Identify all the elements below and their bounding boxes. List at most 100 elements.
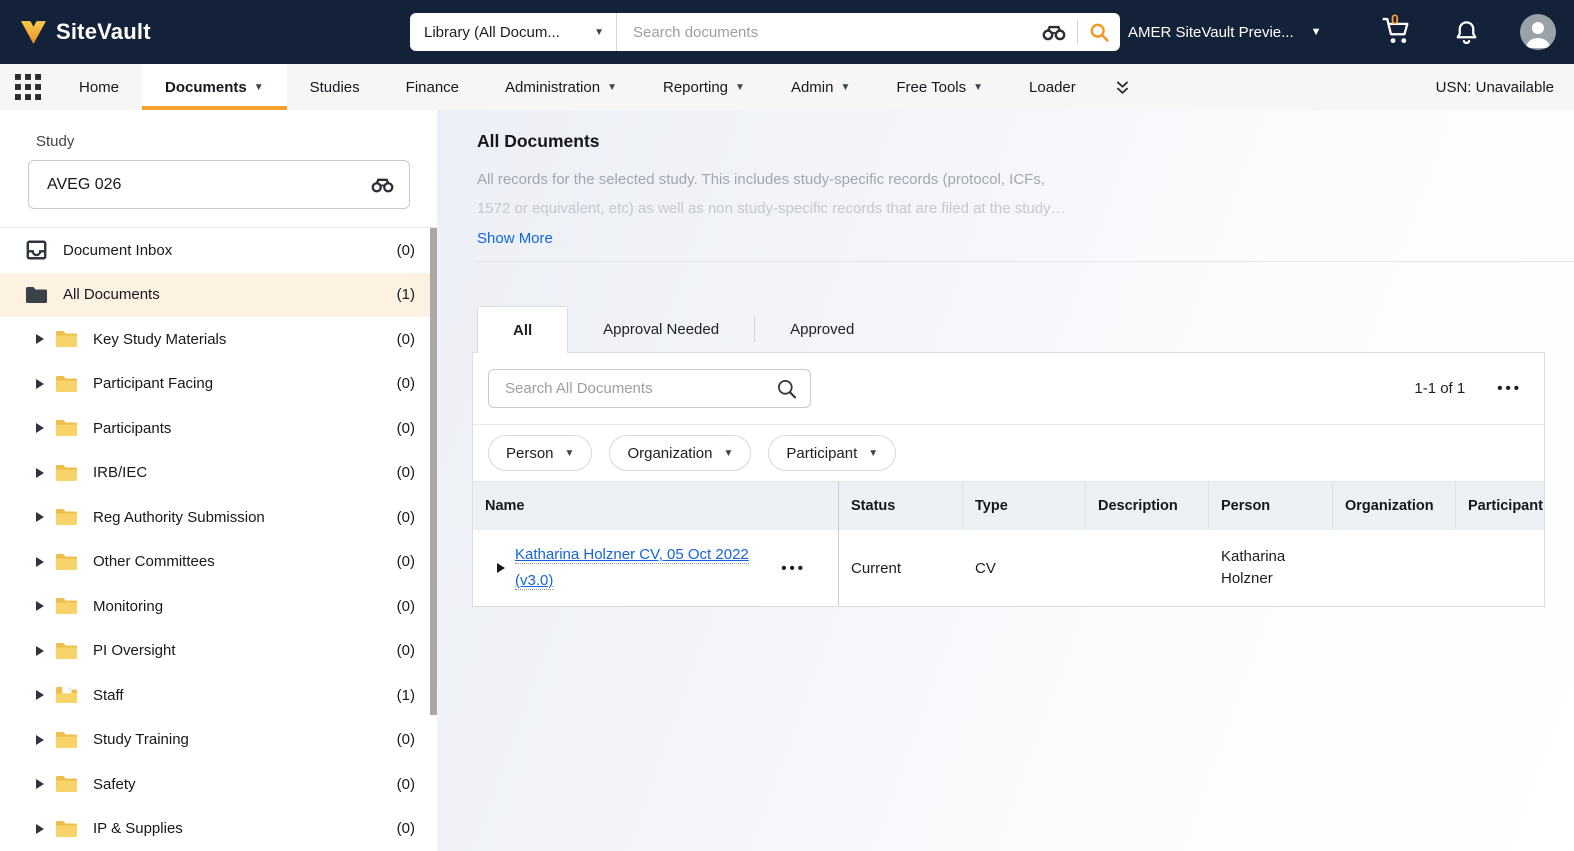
tab-all[interactable]: All: [477, 306, 568, 353]
expand-caret-icon[interactable]: [36, 690, 44, 700]
document-link[interactable]: Katharina Holzner CV, 05 Oct 2022 (v3.0): [515, 542, 781, 594]
global-search-input[interactable]: [631, 23, 1031, 42]
expand-caret-icon[interactable]: [36, 334, 44, 344]
global-search-bar: Library (All Docum... ▼: [410, 13, 1120, 51]
user-avatar[interactable]: [1520, 14, 1556, 50]
sidebar-item-label: Key Study Materials: [93, 331, 397, 348]
expand-caret-icon[interactable]: [36, 824, 44, 834]
filter-chip-participant[interactable]: Participant▼: [768, 435, 896, 471]
main-navbar: HomeDocuments▼StudiesFinanceAdministrati…: [0, 64, 1574, 110]
list-toolbar: 1-1 of 1 •••: [473, 353, 1544, 424]
document-link-line2[interactable]: (v3.0): [515, 572, 553, 590]
nav-item-admin[interactable]: Admin ▼: [768, 64, 873, 110]
divider: [1077, 20, 1078, 44]
sidebar-item-document-inbox[interactable]: Document Inbox(0): [0, 228, 437, 273]
nav-item-finance[interactable]: Finance: [383, 64, 482, 110]
column-header-organization[interactable]: Organization: [1333, 482, 1456, 530]
sidebar-item-label: Other Committees: [93, 553, 397, 570]
expand-caret-icon[interactable]: [36, 423, 44, 433]
expand-caret-icon[interactable]: [36, 735, 44, 745]
column-header-description[interactable]: Description: [1086, 482, 1209, 530]
sidebar-item-pi-oversight[interactable]: PI Oversight(0): [0, 629, 437, 674]
expand-caret-icon[interactable]: [36, 557, 44, 567]
folder-icon: [54, 418, 78, 438]
sidebar-item-key-study-materials[interactable]: Key Study Materials(0): [0, 317, 437, 362]
sidebar-item-participant-facing[interactable]: Participant Facing(0): [0, 362, 437, 407]
nav-item-reporting[interactable]: Reporting▼: [640, 64, 768, 110]
tab-approval-needed[interactable]: Approval Needed: [568, 306, 754, 353]
table-row: Katharina Holzner CV, 05 Oct 2022 (v3.0) •…: [473, 530, 1544, 606]
nav-item-studies[interactable]: Studies: [287, 64, 383, 110]
row-actions-menu[interactable]: •••: [781, 560, 806, 577]
nav-item-label: Loader: [1029, 79, 1076, 96]
row-expand-icon[interactable]: [497, 563, 505, 573]
sidebar-item-count: (0): [397, 776, 415, 793]
list-actions-menu[interactable]: •••: [1497, 380, 1522, 397]
chevron-down-icon: ▼: [840, 82, 850, 93]
nav-overflow-button[interactable]: [1099, 64, 1146, 110]
expand-caret-icon[interactable]: [36, 646, 44, 656]
sidebar-item-label: PI Oversight: [93, 642, 397, 659]
search-icon[interactable]: [776, 378, 798, 400]
sidebar-item-study-training[interactable]: Study Training(0): [0, 718, 437, 763]
sidebar-item-all-documents[interactable]: All Documents(1): [0, 273, 437, 318]
folder-doc-icon: [54, 685, 78, 705]
document-name-cell: Katharina Holzner CV, 05 Oct 2022 (v3.0) •…: [473, 530, 839, 606]
sidebar-item-other-committees[interactable]: Other Committees(0): [0, 540, 437, 585]
expand-caret-icon[interactable]: [36, 379, 44, 389]
vault-selector[interactable]: AMER SiteVault Previe... ▼: [1128, 24, 1322, 41]
filter-chip-person[interactable]: Person▼: [488, 435, 592, 471]
nav-item-administration[interactable]: Administration▼: [482, 64, 640, 110]
sidebar-item-participants[interactable]: Participants(0): [0, 406, 437, 451]
search-submit-icon[interactable]: [1089, 22, 1110, 43]
column-header-type[interactable]: Type: [963, 482, 1086, 530]
app-logo[interactable]: SiteVault: [0, 19, 410, 45]
nav-item-documents[interactable]: Documents▼: [142, 64, 287, 110]
binoculars-icon[interactable]: [1042, 24, 1066, 41]
tab-approved[interactable]: Approved: [755, 306, 889, 353]
column-header-participant[interactable]: Participant: [1456, 482, 1544, 530]
binoculars-icon[interactable]: [371, 177, 394, 193]
sidebar-item-ip-supplies[interactable]: IP & Supplies(0): [0, 807, 437, 851]
person-cell: Katharina Holzner: [1209, 530, 1333, 606]
sidebar-scrollbar[interactable]: [430, 228, 437, 715]
sidebar-item-count: (0): [397, 553, 415, 570]
app-grid-button[interactable]: [0, 64, 56, 110]
type-cell: CV: [963, 530, 1086, 606]
sidebar-item-label: Document Inbox: [63, 242, 397, 259]
column-header-person[interactable]: Person: [1209, 482, 1333, 530]
sidebar-item-count: (0): [397, 642, 415, 659]
notifications-button[interactable]: [1453, 19, 1480, 46]
document-tabs: AllApproval NeededApproved: [477, 262, 1574, 353]
sidebar-item-staff[interactable]: Staff(1): [0, 673, 437, 718]
column-header-status[interactable]: Status: [839, 482, 963, 530]
nav-item-free-tools[interactable]: Free Tools▼: [873, 64, 1006, 110]
sidebar-item-count: (0): [397, 464, 415, 481]
nav-item-home[interactable]: Home: [56, 64, 142, 110]
sidebar-item-safety[interactable]: Safety(0): [0, 762, 437, 807]
chevron-down-icon: ▼: [594, 27, 604, 38]
folder-icon: [54, 774, 78, 794]
column-header-name[interactable]: Name: [473, 482, 839, 530]
list-search-input[interactable]: [503, 379, 776, 398]
sidebar-item-monitoring[interactable]: Monitoring(0): [0, 584, 437, 629]
nav-item-loader[interactable]: Loader: [1006, 64, 1099, 110]
sidebar-item-label: IP & Supplies: [93, 820, 397, 837]
sidebar-item-reg-authority-submission[interactable]: Reg Authority Submission(0): [0, 495, 437, 540]
sidebar-item-irb-iec[interactable]: IRB/IEC(0): [0, 451, 437, 496]
expand-caret-icon[interactable]: [36, 512, 44, 522]
filter-chip-organization[interactable]: Organization▼: [609, 435, 751, 471]
expand-caret-icon[interactable]: [36, 468, 44, 478]
nav-item-label: Administration: [505, 79, 600, 96]
nav-item-label: Studies: [310, 79, 360, 96]
expand-caret-icon[interactable]: [36, 601, 44, 611]
nav-item-label: Admin: [791, 79, 834, 96]
document-link-line1[interactable]: Katharina Holzner CV, 05 Oct 2022: [515, 546, 749, 564]
expand-caret-icon[interactable]: [36, 779, 44, 789]
study-selector-input[interactable]: [45, 175, 371, 195]
cart-button[interactable]: 0: [1380, 15, 1413, 50]
nav-item-label: Home: [79, 79, 119, 96]
search-scope-dropdown[interactable]: Library (All Docum... ▼: [410, 13, 617, 51]
show-more-link[interactable]: Show More: [477, 230, 553, 247]
filter-chip-label: Organization: [627, 445, 712, 462]
